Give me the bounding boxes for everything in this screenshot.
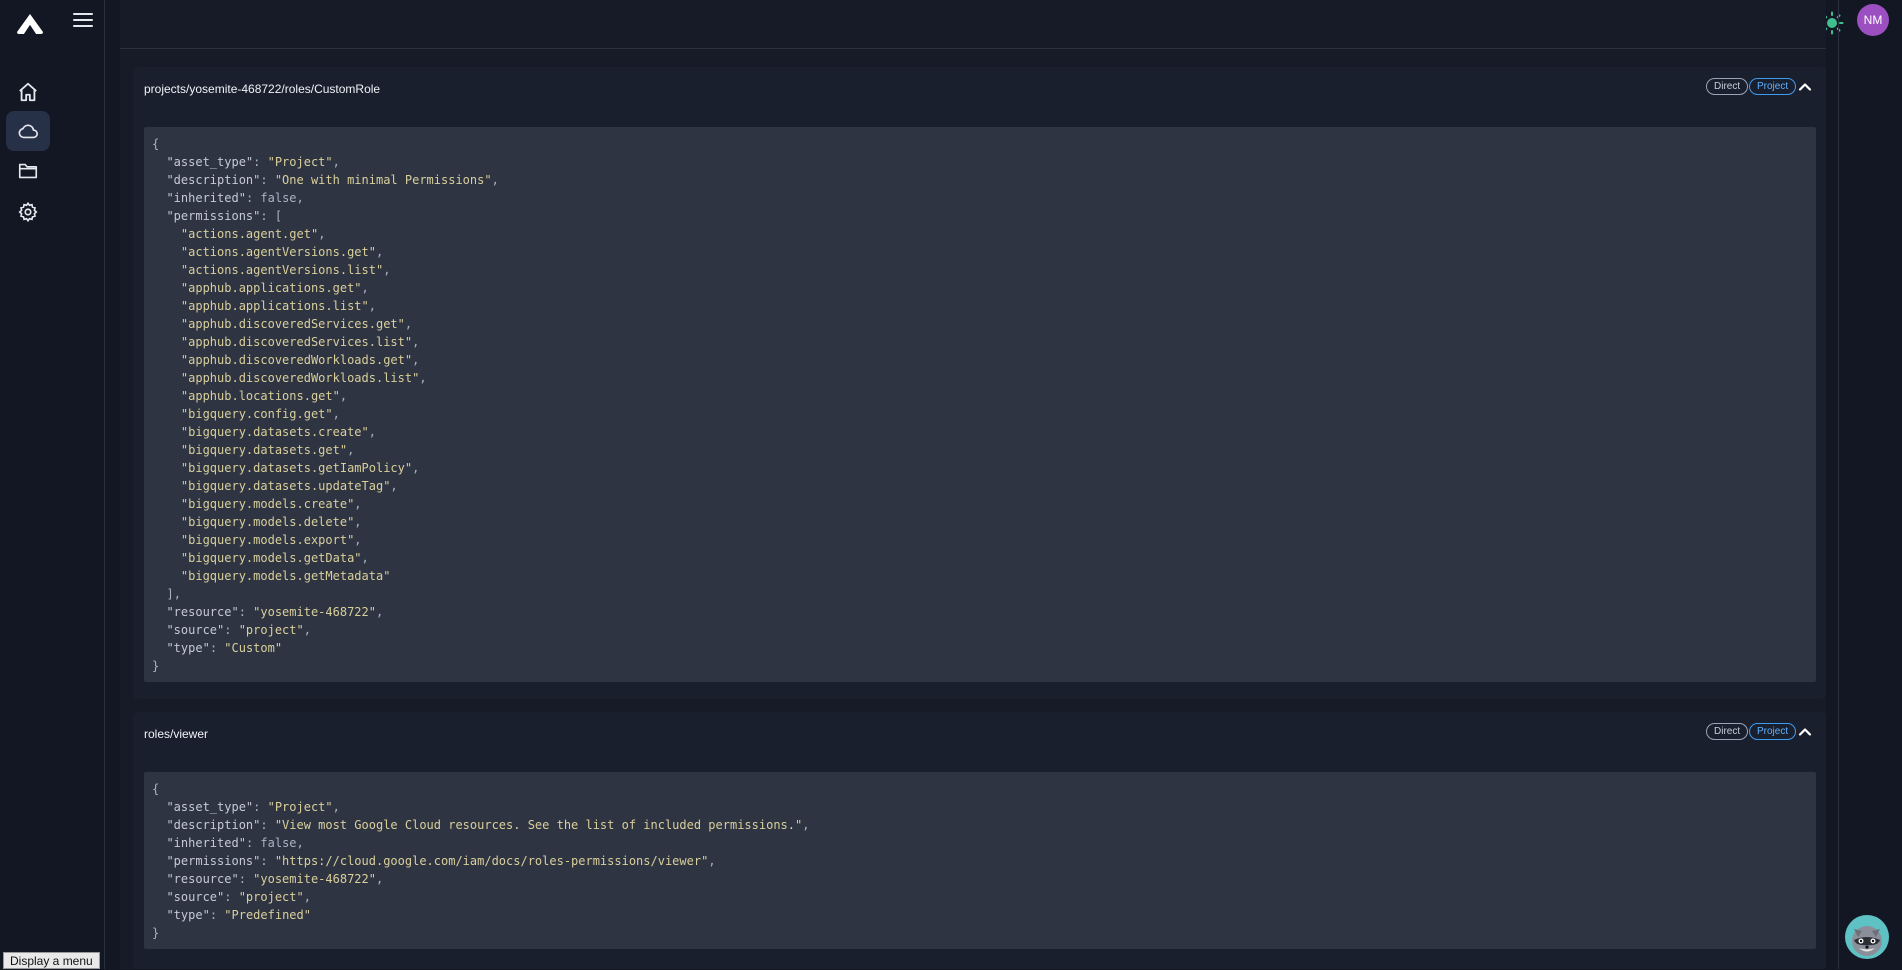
menu-tooltip: Display a menu: [3, 952, 100, 969]
permission-value: "bigquery.models.delete": [180, 515, 355, 529]
cloud-icon: [18, 124, 38, 139]
nav-item-home[interactable]: [6, 72, 50, 112]
hamburger-line: [73, 19, 93, 21]
permission-value: "bigquery.datasets.getIamPolicy": [180, 461, 413, 475]
hamburger-menu-button[interactable]: [73, 13, 93, 31]
json-value: "Custom": [224, 641, 283, 655]
json-value: "Project": [267, 155, 333, 169]
permission-value: "bigquery.models.getData": [180, 551, 362, 565]
user-avatar[interactable]: NM: [1857, 4, 1889, 36]
content-divider: [120, 48, 1826, 49]
gear-icon: [18, 201, 38, 223]
direct-badge: Direct: [1706, 723, 1749, 740]
json-value: false: [260, 191, 297, 205]
json-code-block: { "asset_type": "Project", "description"…: [144, 772, 1816, 949]
mountain-logo-icon[interactable]: [15, 12, 45, 36]
raccoon-icon: [1852, 926, 1882, 956]
project-badge: Project: [1749, 78, 1797, 95]
json-value: "yosemite-468722": [253, 605, 376, 619]
json-value: "project": [238, 890, 304, 904]
permission-value: "bigquery.models.export": [180, 533, 355, 547]
permission-value: "actions.agentVersions.list": [180, 263, 384, 277]
panel-title: roles/viewer: [144, 727, 209, 741]
permission-value: "bigquery.models.create": [180, 497, 355, 511]
hamburger-line: [73, 13, 93, 15]
permission-value: "apphub.discoveredServices.list": [180, 335, 413, 349]
content-divider: [1838, 0, 1839, 969]
home-icon: [19, 82, 37, 102]
role-panel-custom: projects/yosemite-468722/roles/CustomRol…: [133, 67, 1826, 699]
permission-value: "bigquery.datasets.updateTag": [180, 479, 391, 493]
folder-icon: [18, 163, 38, 179]
json-value: "One with minimal Permissions": [274, 173, 492, 187]
permission-value: "apphub.applications.get": [180, 281, 362, 295]
json-value: "yosemite-468722": [253, 872, 376, 886]
assistant-mascot-button[interactable]: [1845, 915, 1889, 959]
json-value: "Predefined": [224, 908, 311, 922]
nav-item-cloud[interactable]: [6, 111, 50, 151]
json-value: "Project": [267, 800, 333, 814]
chevron-up-icon[interactable]: [1797, 724, 1813, 740]
permission-value: "bigquery.datasets.create": [180, 425, 369, 439]
nav-item-folder[interactable]: [6, 151, 50, 191]
panel-title: projects/yosemite-468722/roles/CustomRol…: [144, 82, 381, 96]
role-panel-viewer: roles/viewer Direct Project { "asset_typ…: [133, 712, 1826, 969]
project-badge: Project: [1749, 723, 1797, 740]
permission-value: "bigquery.datasets.get": [180, 443, 348, 457]
panel-header[interactable]: projects/yosemite-468722/roles/CustomRol…: [133, 67, 1826, 115]
json-value: false: [260, 836, 297, 850]
hamburger-line: [73, 25, 93, 27]
json-value: "project": [238, 623, 304, 637]
permission-value: "apphub.discoveredWorkloads.list": [180, 371, 420, 385]
json-value: "https://cloud.google.com/iam/docs/roles…: [274, 854, 709, 868]
permission-value: "apphub.applications.list": [180, 299, 369, 313]
permission-value: "bigquery.config.get": [180, 407, 333, 421]
permission-value: "actions.agent.get": [180, 227, 319, 241]
panel-header[interactable]: roles/viewer Direct Project: [133, 712, 1826, 760]
side-navigation: [0, 48, 60, 969]
permission-value: "apphub.discoveredWorkloads.get": [180, 353, 413, 367]
permission-value: "actions.agentVersions.get": [180, 245, 376, 259]
permission-value: "apphub.locations.get": [180, 389, 340, 403]
permission-value: "apphub.discoveredServices.get": [180, 317, 405, 331]
content-divider: [104, 0, 105, 969]
json-value: "View most Google Cloud resources. See t…: [274, 818, 803, 832]
json-code-block: { "asset_type": "Project", "description"…: [144, 127, 1816, 682]
permission-value: "bigquery.models.getMetadata": [180, 569, 391, 583]
direct-badge: Direct: [1706, 78, 1749, 95]
nav-item-settings[interactable]: [6, 192, 50, 232]
chevron-up-icon[interactable]: [1797, 79, 1813, 95]
